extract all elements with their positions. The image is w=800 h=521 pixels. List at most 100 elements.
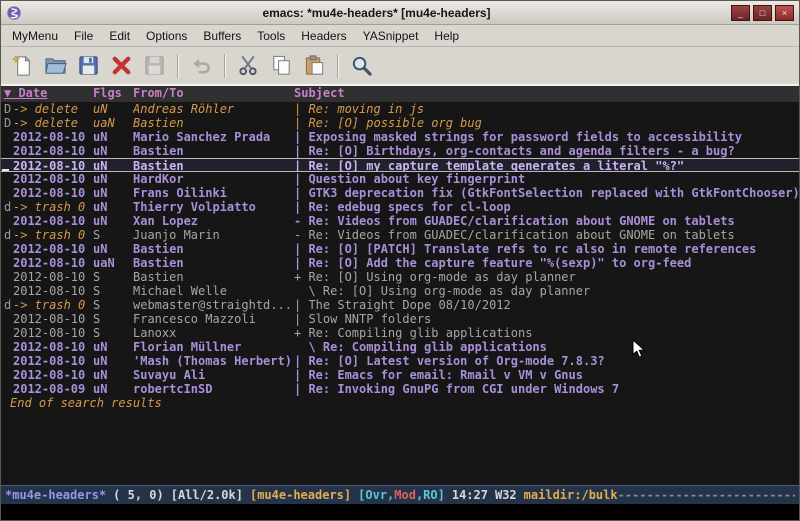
save-button[interactable]	[72, 51, 105, 81]
maximize-button[interactable]: □	[753, 5, 772, 21]
row-flags: uN	[93, 144, 133, 158]
row-date: 2012-08-10	[13, 172, 93, 186]
sort-column-date[interactable]: ▼ Date	[4, 86, 93, 102]
save-as-button[interactable]	[138, 51, 171, 81]
row-from: Mario Sanchez Prada	[133, 130, 294, 144]
headers-header-line[interactable]: ▼ Date Flgs From/To Subject	[1, 86, 799, 102]
column-from[interactable]: From/To	[133, 86, 294, 102]
minimize-button[interactable]: _	[731, 5, 750, 21]
save-icon	[77, 54, 100, 77]
message-row[interactable]: 2012-08-10 uN Frans Oilinki | GTK3 depre…	[1, 186, 799, 200]
row-from: Xan Lopez	[133, 214, 294, 228]
row-marker	[4, 382, 13, 396]
row-marker	[4, 354, 13, 368]
modeline-range: [All/2.0k]	[171, 488, 243, 502]
row-date: -> trash 0	[13, 228, 93, 242]
row-flags: uaN	[93, 256, 133, 270]
menu-item-headers[interactable]: Headers	[293, 26, 354, 46]
message-row[interactable]: d -> trash 0 S webmaster@straightd... | …	[1, 298, 799, 312]
row-from: robertcInSD	[133, 382, 294, 396]
message-row[interactable]: d -> trash 0 uN Thierry Volpiatto | Re: …	[1, 200, 799, 214]
message-row[interactable]: D -> delete uaN Bastien | Re: [O] possib…	[1, 116, 799, 130]
modeline-major-mode[interactable]: [mu4e-headers]	[250, 488, 351, 502]
message-row[interactable]: 2012-08-10 S Lanoxx + Re: Compiling glib…	[1, 326, 799, 340]
row-flags: S	[93, 298, 133, 312]
row-subject: | Exposing masked strings for password f…	[294, 130, 799, 144]
message-row[interactable]: 2012-08-10 S Francesco Mazzoli | Slow NN…	[1, 312, 799, 326]
message-row[interactable]: 2012-08-10 uN Suvayu Ali | Re: Emacs for…	[1, 368, 799, 382]
message-row[interactable]: 2012-08-10 uaN Bastien | Re: [O] Add the…	[1, 256, 799, 270]
row-flags: uN	[93, 368, 133, 382]
end-of-results-line: End of search results	[1, 396, 799, 410]
row-date: 2012-08-10	[13, 256, 93, 270]
toolbar-separator	[177, 54, 179, 78]
message-row[interactable]: 2012-08-10 uN Xan Lopez - Re: Videos fro…	[1, 214, 799, 228]
cut-button[interactable]	[232, 51, 265, 81]
message-row[interactable]: 2012-08-10 uN HardKor | Question about k…	[1, 172, 799, 186]
search-icon	[350, 54, 373, 77]
row-subject: | Re: edebug specs for cl-loop	[294, 200, 799, 214]
row-from: 'Mash (Thomas Herbert)	[133, 354, 294, 368]
message-row[interactable]: 2012-08-10 uN Florian Müllner \ Re: Comp…	[1, 340, 799, 354]
row-from: Francesco Mazzoli	[133, 312, 294, 326]
row-from: Michael Welle	[133, 284, 294, 298]
row-marker	[4, 340, 13, 354]
paste-button[interactable]	[298, 51, 331, 81]
menu-item-help[interactable]: Help	[426, 26, 467, 46]
modeline-maildir: maildir:/bulk	[524, 488, 618, 502]
row-marker: d	[4, 200, 13, 214]
message-row[interactable]: 2012-08-10 uN Mario Sanchez Prada | Expo…	[1, 130, 799, 144]
row-date: 2012-08-10	[13, 312, 93, 326]
message-row[interactable]: 2012-08-10 uN 'Mash (Thomas Herbert) | R…	[1, 354, 799, 368]
menu-item-options[interactable]: Options	[138, 26, 195, 46]
message-row[interactable]: 2012-08-10 S Bastien + Re: [O] Using org…	[1, 270, 799, 284]
kill-buffer-button[interactable]	[105, 51, 138, 81]
toolbar-separator	[337, 54, 339, 78]
message-row[interactable]: 2012-08-10 uN Bastien | Re: [O] [PATCH] …	[1, 242, 799, 256]
row-flags: uaN	[93, 116, 133, 130]
menu-item-tools[interactable]: Tools	[249, 26, 293, 46]
row-subject: | The Straight Dope 08/10/2012	[294, 298, 799, 312]
menu-item-buffers[interactable]: Buffers	[195, 26, 249, 46]
row-flags: uN	[93, 172, 133, 186]
buffer-area[interactable]: ▼ Date Flgs From/To Subject D -> delete …	[1, 85, 799, 485]
row-subject: + Re: [O] Using org-mode as day planner	[294, 270, 799, 284]
mode-line[interactable]: *mu4e-headers* ( 5, 0) [All/2.0k] [mu4e-…	[1, 485, 799, 504]
search-button[interactable]	[345, 51, 378, 81]
row-subject: | GTK3 deprecation fix (GtkFontSelection…	[294, 186, 799, 200]
menu-item-edit[interactable]: Edit	[101, 26, 138, 46]
minibuffer[interactable]	[1, 504, 799, 520]
save-as-icon	[143, 54, 166, 77]
row-flags: uN	[93, 130, 133, 144]
undo-button[interactable]	[185, 51, 218, 81]
new-file-button[interactable]	[6, 51, 39, 81]
kill-buffer-icon	[110, 54, 133, 77]
row-subject: - Re: Videos from GUADEC/clarification a…	[294, 214, 799, 228]
message-row[interactable]: 2012-08-10 uN Bastien | Re: [O] my captu…	[1, 158, 799, 172]
message-row[interactable]: D -> delete uN Andreas Röhler | Re: movi…	[1, 102, 799, 116]
menu-item-yasnippet[interactable]: YASnippet	[355, 26, 427, 46]
open-file-icon	[44, 54, 67, 77]
open-file-button[interactable]	[39, 51, 72, 81]
menu-item-mymenu[interactable]: MyMenu	[4, 26, 66, 46]
message-row[interactable]: 2012-08-10 S Michael Welle \ Re: [O] Usi…	[1, 284, 799, 298]
copy-button[interactable]	[265, 51, 298, 81]
message-row[interactable]: 2012-08-10 uN Bastien | Re: [O] Birthday…	[1, 144, 799, 158]
row-date: 2012-08-10	[13, 326, 93, 340]
column-subject[interactable]: Subject	[294, 86, 799, 102]
close-button[interactable]: ×	[775, 5, 794, 21]
menu-item-file[interactable]: File	[66, 26, 101, 46]
message-row[interactable]: d -> trash 0 S Juanjo Marin - Re: Videos…	[1, 228, 799, 242]
row-marker	[4, 326, 13, 340]
column-flags[interactable]: Flgs	[93, 86, 133, 102]
row-from: Frans Oilinki	[133, 186, 294, 200]
row-subject: | Re: moving in js	[294, 102, 799, 116]
row-from: Bastien	[133, 159, 294, 171]
row-subject: | Question about key fingerprint	[294, 172, 799, 186]
titlebar[interactable]: emacs: *mu4e-headers* [mu4e-headers] _ □…	[1, 1, 799, 25]
modeline-modified-flag[interactable]: Mod	[394, 488, 416, 502]
row-date: 2012-08-10	[13, 159, 93, 171]
row-from: Bastien	[133, 116, 294, 130]
row-from: Bastien	[133, 256, 294, 270]
message-row[interactable]: 2012-08-09 uN robertcInSD | Re: Invoking…	[1, 382, 799, 396]
